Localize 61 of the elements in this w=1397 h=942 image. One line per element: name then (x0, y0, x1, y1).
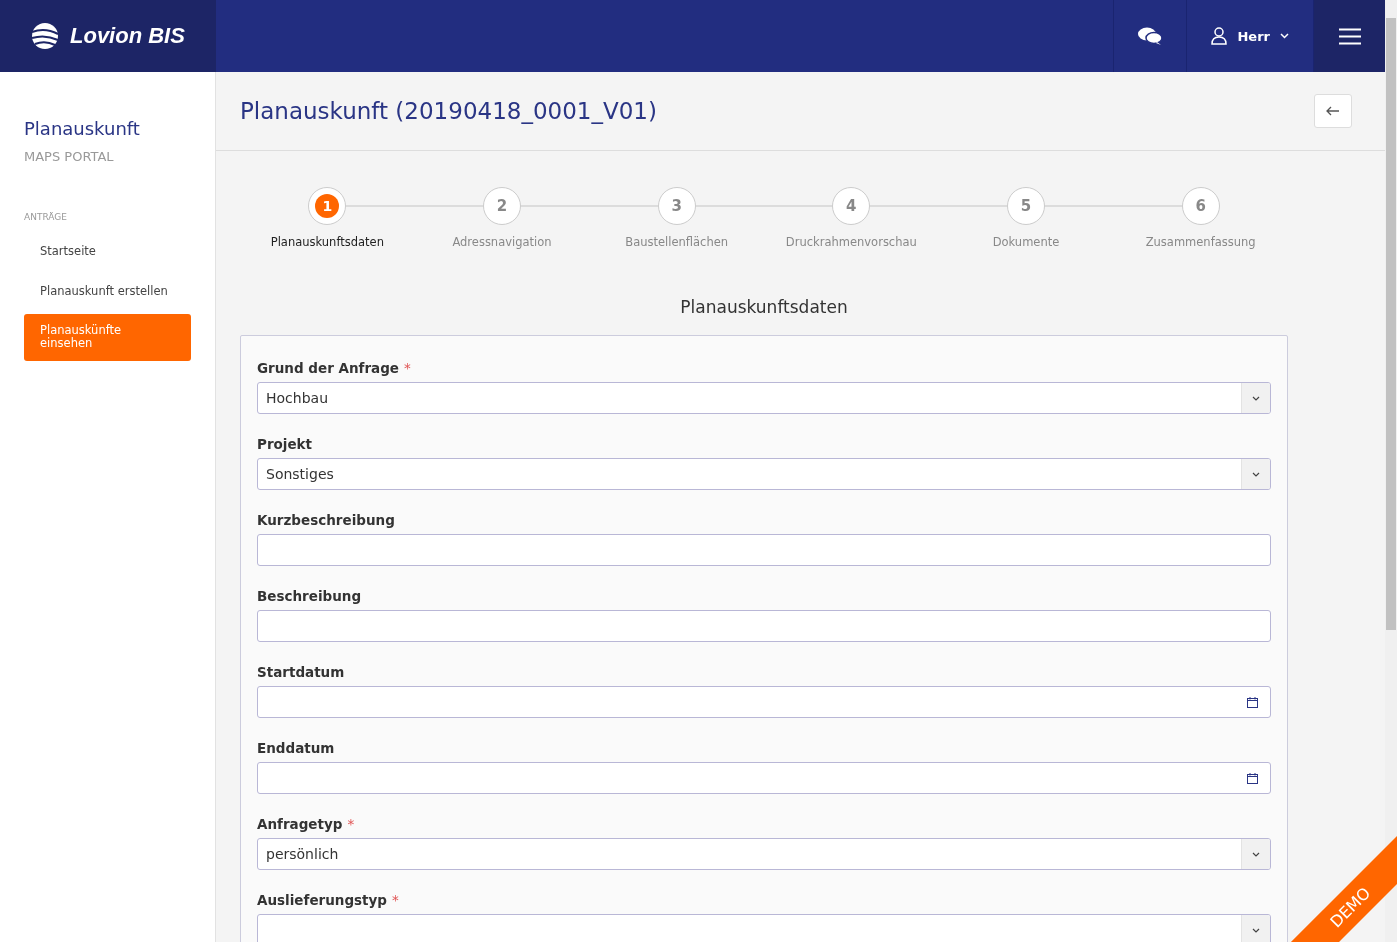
brand-name: Lovion BIS (70, 23, 185, 49)
scrollbar[interactable] (1385, 0, 1397, 942)
select-field[interactable]: Hochbau (257, 382, 1271, 414)
field-label: Beschreibung (257, 588, 362, 604)
chevron-down-icon (1252, 471, 1260, 477)
calendar-icon (1247, 772, 1258, 784)
input-field[interactable] (257, 534, 1271, 566)
page-title: Planauskunft (20190418_0001_V01) (240, 98, 657, 124)
field-label: Grund der Anfrage (257, 360, 400, 376)
calendar-icon (1247, 696, 1258, 708)
field-label: Auslieferungstyp (257, 892, 388, 908)
chevron-down-icon (1252, 927, 1260, 933)
field-label: Anfragetyp (257, 816, 343, 832)
step-label: Zusammenfassung (1145, 235, 1256, 249)
step-number: 6 (1195, 197, 1206, 215)
date-field[interactable] (257, 686, 1271, 718)
step-label: Baustellenflächen (625, 235, 729, 249)
required-mark: * (347, 816, 355, 832)
field-label: Kurzbeschreibung (257, 512, 395, 528)
field-label: Enddatum (257, 740, 335, 756)
arrow-left-icon (1326, 106, 1340, 116)
step-label: Dokumente (992, 235, 1060, 249)
step-number: 3 (671, 197, 682, 215)
menu-icon (1338, 27, 1361, 45)
step-label: Druckrahmenvorschau (785, 235, 917, 249)
field-label: Projekt (257, 436, 313, 452)
field-label: Startdatum (257, 664, 345, 680)
step-number: 5 (1020, 197, 1032, 215)
chevron-down-icon (1280, 33, 1289, 39)
required-mark: * (392, 892, 399, 908)
sidebar-title: Planauskunft (24, 118, 141, 139)
step-circle[interactable]: 3 (657, 187, 696, 225)
step-circle[interactable]: 4 (832, 187, 871, 225)
step-circle[interactable]: 6 (1181, 187, 1220, 225)
back-button[interactable] (1314, 94, 1352, 128)
step-number: 4 (846, 197, 857, 215)
sidebar-item[interactable]: Planauskunft erstellen (24, 273, 191, 310)
chevron-down-icon (1252, 395, 1260, 401)
chat-icon (1137, 26, 1164, 46)
required-mark: * (404, 360, 411, 376)
step-label: Adressnavigation (452, 235, 552, 249)
user-icon (1211, 27, 1228, 45)
sidebar-item[interactable]: Startseite (24, 234, 191, 270)
form-title: Planauskunftsdaten (679, 297, 849, 317)
step-circle[interactable]: 2 (483, 187, 521, 225)
section-heading: ANTRÄGE (24, 212, 68, 222)
menu-button[interactable] (1313, 0, 1385, 72)
chevron-down-icon (1252, 851, 1260, 857)
step-number: 1 (315, 194, 340, 218)
sidebar-item[interactable]: Planauskünfte einsehen (24, 313, 191, 362)
globe-logo-icon (30, 22, 60, 50)
step-circle[interactable]: 5 (1007, 187, 1045, 225)
step-circle[interactable]: 1 (308, 187, 347, 225)
select-field[interactable]: persönlich (257, 838, 1271, 870)
input-field[interactable] (257, 610, 1271, 642)
sidebar-subtitle: MAPS PORTAL (24, 149, 115, 164)
date-field[interactable] (257, 762, 1271, 794)
step-label: Planauskunftsdaten (270, 235, 384, 249)
step-number: 2 (496, 197, 508, 215)
select-field[interactable] (257, 914, 1271, 942)
select-field[interactable]: Sonstiges (257, 458, 1271, 490)
